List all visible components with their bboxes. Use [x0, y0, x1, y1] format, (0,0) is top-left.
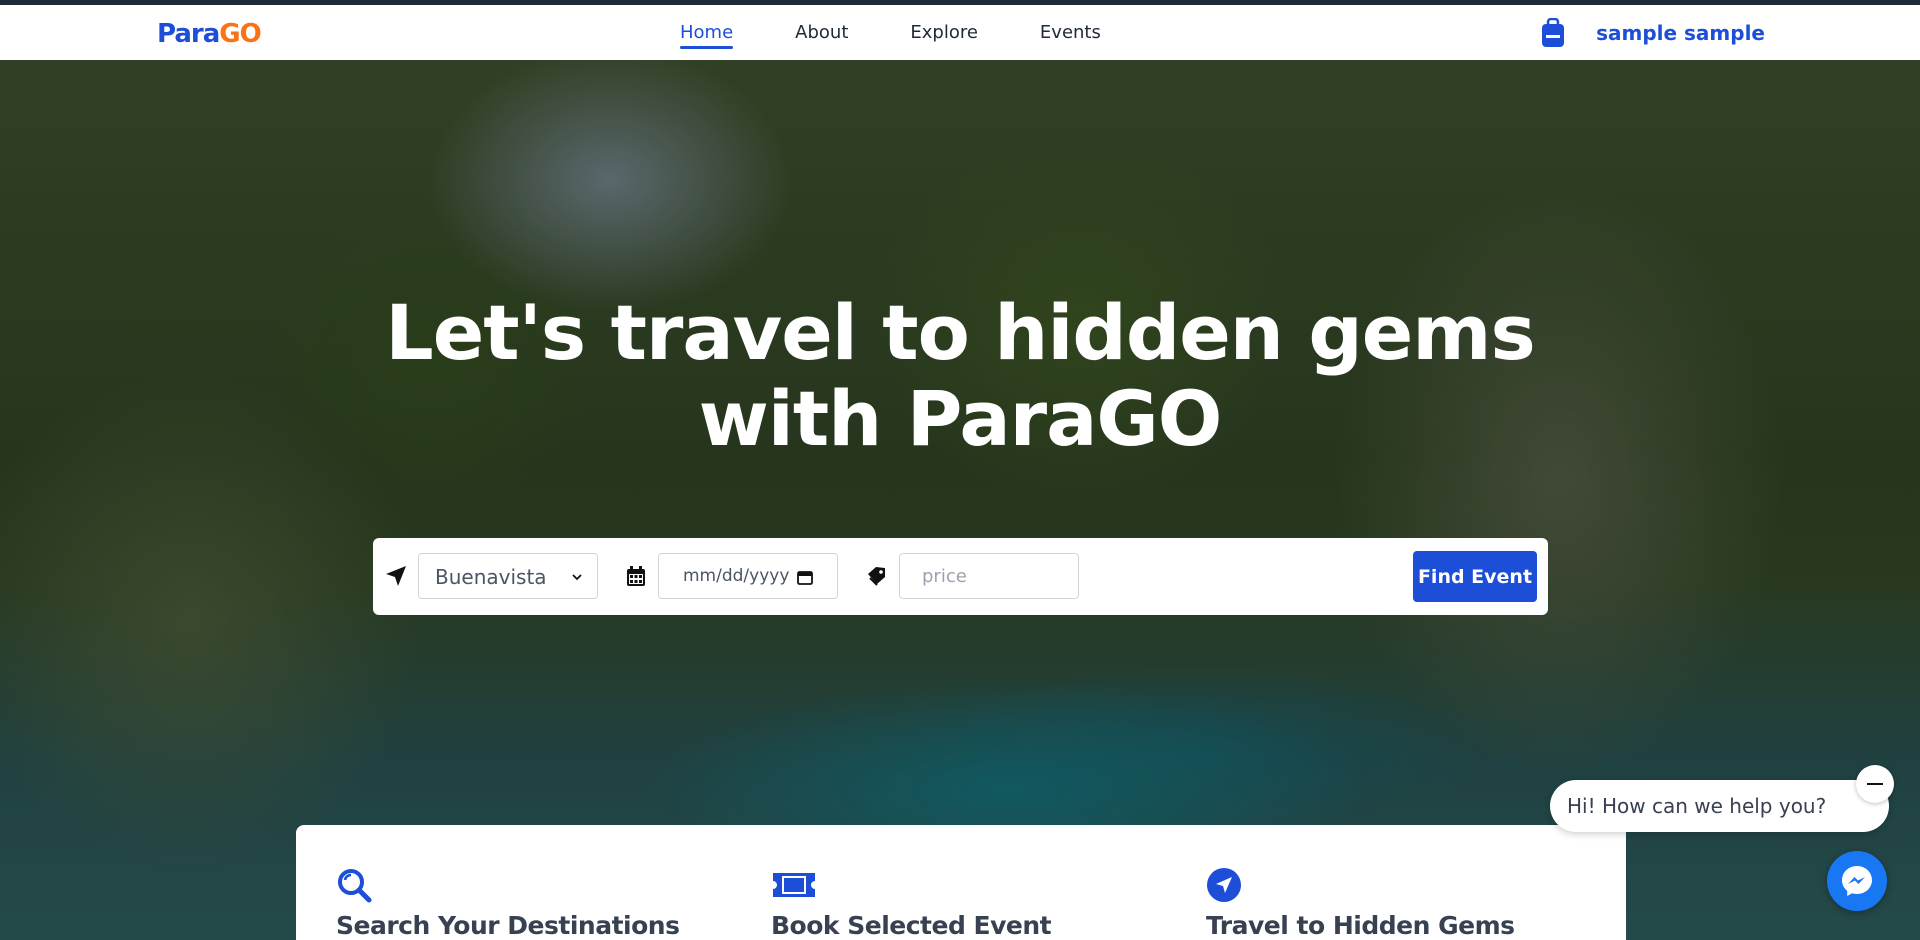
navbar: ParaGO Home About Explore Events sample …: [0, 5, 1920, 60]
parago-logo[interactable]: ParaGO: [157, 19, 262, 49]
search-icon: [338, 869, 372, 903]
feature-title: Book Selected Event: [771, 911, 1052, 940]
price-tags-icon: [868, 567, 885, 586]
feature-book: Book Selected Event: [771, 867, 1052, 940]
feature-search: Search Your Destinations: [336, 867, 680, 940]
user-menu[interactable]: sample sample: [1540, 5, 1765, 60]
nav-about[interactable]: About: [795, 22, 848, 43]
feature-travel: Travel to Hidden Gems: [1206, 867, 1515, 940]
price-input[interactable]: [899, 553, 1079, 599]
feature-title: Search Your Destinations: [336, 911, 680, 940]
user-name[interactable]: sample sample: [1596, 21, 1765, 45]
chevron-down-icon: [572, 574, 582, 581]
calendar-icon: [627, 566, 645, 586]
hero-title-line2: with ParaGO: [698, 374, 1223, 463]
location-select[interactable]: Buenavista: [418, 553, 598, 599]
location-arrow-icon: [386, 566, 406, 586]
chat-greeting-bubble[interactable]: Hi! How can we help you?: [1550, 780, 1889, 832]
hero-title-line1: Let's travel to hidden gems: [385, 288, 1535, 377]
backpack-icon: [1542, 17, 1565, 47]
features-panel: Search Your Destinations Book Selected E…: [296, 825, 1626, 940]
minus-icon: [1867, 783, 1883, 785]
ticket-icon: [773, 873, 815, 897]
hero-title: Let's travel to hidden gems with ParaGO: [0, 290, 1920, 462]
feature-title: Travel to Hidden Gems: [1206, 911, 1515, 940]
nav-explore[interactable]: Explore: [910, 22, 978, 43]
nav-home[interactable]: Home: [680, 22, 734, 49]
event-search-bar: Buenavista mm/dd/yyyy Find Event: [373, 538, 1548, 615]
messenger-icon: [1842, 866, 1872, 896]
nav-events[interactable]: Events: [1040, 22, 1101, 43]
chat-minimize-button[interactable]: [1856, 765, 1894, 803]
navigation-icon: [1207, 868, 1241, 902]
messenger-chat-button[interactable]: [1827, 851, 1887, 911]
date-input[interactable]: mm/dd/yyyy: [658, 553, 838, 599]
date-picker-icon[interactable]: [797, 569, 813, 585]
main-nav: Home About Explore Events: [680, 5, 1163, 60]
find-event-button[interactable]: Find Event: [1413, 551, 1537, 602]
